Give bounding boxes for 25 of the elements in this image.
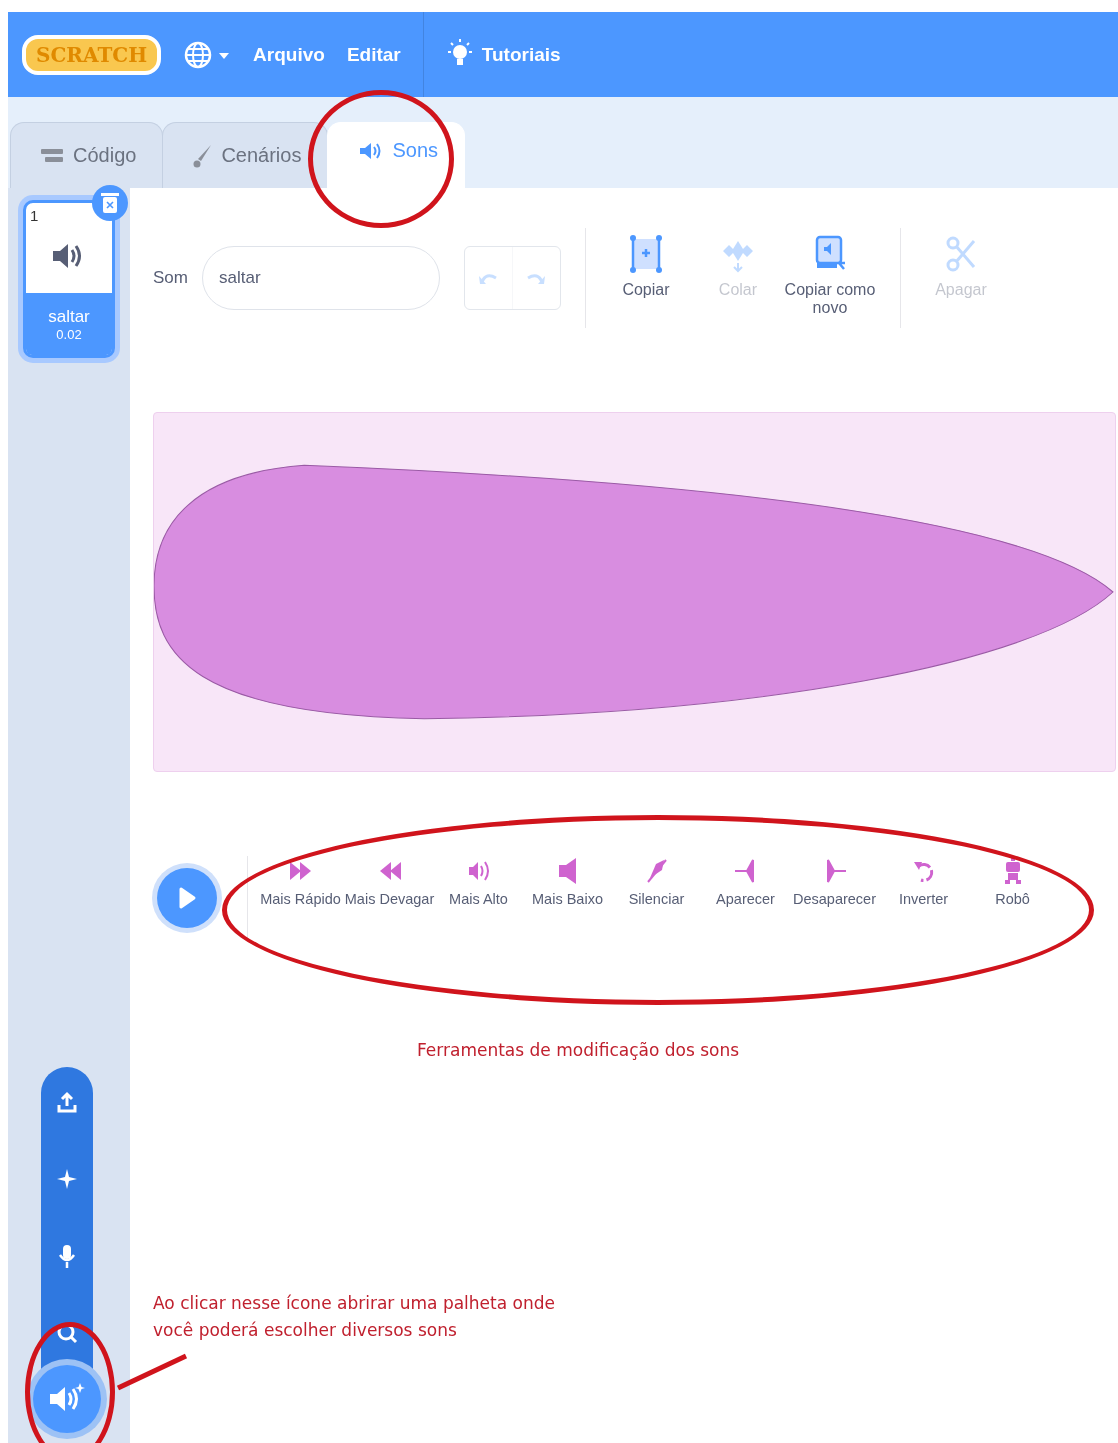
edit-tool-button[interactable]: Copiar como novo [783,233,876,317]
effect-button[interactable]: Mais Alto [434,856,523,909]
tab[interactable]: Cenários [162,122,329,188]
tab[interactable]: Código [10,122,164,188]
effect-button[interactable]: Desaparecer [790,856,879,909]
effect-button[interactable]: Silenciar [612,856,701,909]
sound-name-field[interactable]: saltar [201,246,440,310]
sound-number: 1 [30,207,39,224]
play-icon [177,886,197,910]
sound-duration: 0.02 [56,326,82,342]
delete-icon[interactable] [92,185,128,221]
blocks-icon [41,146,65,165]
effect-button[interactable]: Mais Rápido [256,856,345,909]
sound-name-label: Som [153,268,188,288]
sound-name: saltar [48,306,90,327]
annotation-text: Ferramentas de modificação dos sons [417,1040,741,1060]
effect-button[interactable]: Aparecer [701,856,790,909]
effect-button[interactable]: Robô [968,856,1057,909]
effect-button[interactable]: Mais Baixo [523,856,612,909]
effect-button[interactable]: Inverter [879,856,968,909]
effect-button[interactable]: Mais Devagar [345,856,434,909]
globe-icon[interactable] [183,39,232,70]
annotation-text: Ao clicar nesse ícone abrirar uma palheta onde você poderá escolher diversos sons [153,1292,556,1343]
edit-tool-button[interactable]: Copiar [599,233,692,299]
leader-line [116,1352,188,1392]
